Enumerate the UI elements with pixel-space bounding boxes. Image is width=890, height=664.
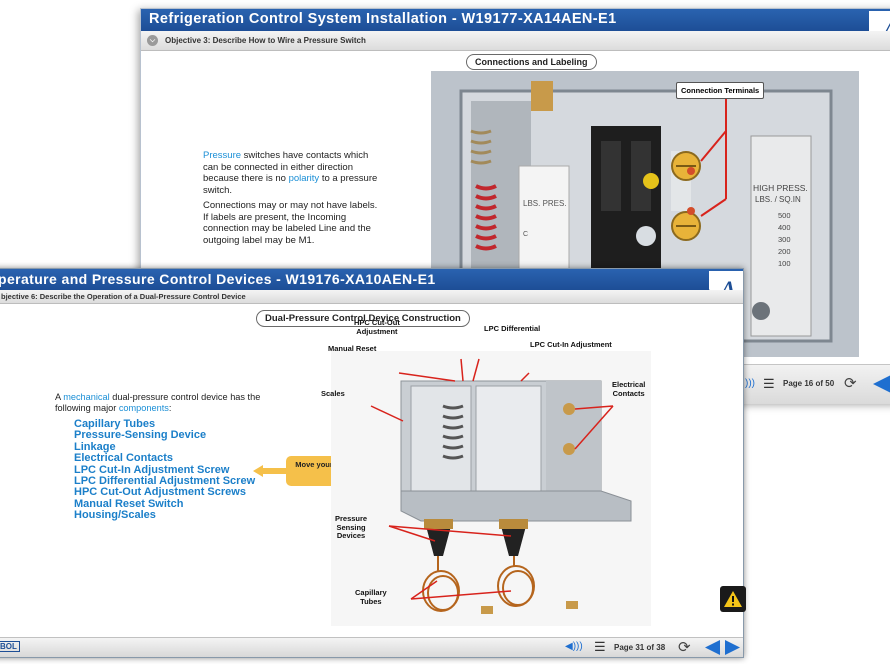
refresh-icon[interactable]: ⟳ [678, 638, 691, 656]
intro-text-c: : [168, 403, 172, 413]
link-pressure[interactable]: Pressure [203, 150, 241, 161]
label-capillary-tubes: Capillary Tubes [355, 588, 387, 606]
front-intro: A mechanical dual-pressure control devic… [55, 392, 263, 414]
label-electrical-contacts: Electrical Contacts [612, 380, 646, 398]
dual-pressure-device-diagram: HPC Cut-Out Adjustment LPC Differential … [321, 318, 651, 626]
front-page-indicator: Page 31 of 38 [614, 643, 666, 652]
gauge-left-title: LBS. PRES. [523, 199, 567, 208]
warning-button[interactable] [720, 586, 746, 612]
device-graphic [331, 351, 651, 626]
back-paragraph-2: Connections may or may not have labels. … [203, 200, 378, 246]
label-scales: Scales [321, 389, 345, 398]
next-arrow-icon[interactable] [724, 639, 741, 656]
link-components[interactable]: components [119, 403, 169, 413]
component-link[interactable]: Electrical Contacts [74, 452, 255, 464]
link-polarity[interactable]: polarity [289, 173, 320, 184]
label-lpc-cutin: LPC Cut-In Adjustment [530, 340, 612, 349]
gauge-val-200: 200 [778, 247, 791, 256]
back-section-title: Connections and Labeling [466, 54, 597, 70]
logo-text: BOL [0, 641, 20, 652]
speaker-icon[interactable]: ◀))) [565, 641, 583, 652]
label-hpc-cutout: HPC Cut-Out Adjustment [354, 318, 400, 336]
gauge-val-300: 300 [778, 235, 791, 244]
warning-icon [724, 591, 742, 607]
front-nav-bar: BOL ◀))) ☰ Page 31 of 38 ⟳ [0, 637, 743, 657]
gauge-right-title-2: LBS. / SQ.IN [755, 195, 801, 204]
speaker-icon[interactable]: ))) [745, 378, 755, 389]
prev-arrow-icon[interactable] [871, 373, 890, 395]
tooltip-arrow-icon [253, 465, 287, 477]
back-objective-text: Objective 3: Describe How to Wire a Pres… [165, 36, 366, 45]
svg-text:C: C [523, 231, 528, 238]
back-nav-bar: ))) ☰ Page 16 of 50 ⟳ [741, 364, 890, 404]
link-mechanical[interactable]: mechanical [63, 392, 109, 402]
prev-arrow-icon[interactable] [704, 639, 721, 656]
menu-icon[interactable]: ☰ [594, 639, 606, 655]
back-page-indicator: Page 16 of 50 [783, 379, 835, 388]
components-list: Capillary Tubes Pressure-Sensing Device … [74, 418, 255, 522]
front-window-title: perature and Pressure Control Devices - … [0, 269, 743, 290]
component-link[interactable]: Housing/Scales [74, 509, 255, 521]
back-window-title: Refrigeration Control System Installatio… [141, 9, 890, 31]
back-objective-bar[interactable]: ⌵ Objective 3: Describe How to Wire a Pr… [141, 31, 890, 51]
intro-text-a: A [55, 392, 64, 402]
refresh-icon[interactable]: ⟳ [844, 374, 857, 392]
logo-bol: BOL [0, 636, 27, 658]
gauge-val-400: 400 [778, 223, 791, 232]
menu-icon[interactable]: ☰ [763, 376, 775, 392]
chevron-down-icon[interactable]: ⌵ [147, 35, 158, 46]
gauge-val-100: 100 [778, 259, 791, 268]
gauge-val-500: 500 [778, 211, 791, 220]
front-objective-bar[interactable]: bjective 6: Describe the Operation of a … [0, 290, 743, 304]
gauge-right-title-1: HIGH PRESS. [753, 183, 808, 193]
screen: Refrigeration Control System Installatio… [0, 0, 890, 664]
label-lpc-differential: LPC Differential [484, 324, 541, 333]
front-window[interactable]: perature and Pressure Control Devices - … [0, 268, 746, 658]
back-paragraph-1: Pressure switches have contacts which ca… [203, 150, 385, 196]
label-manual-reset: Manual Reset [328, 344, 377, 353]
label-pressure-sensing: Pressure Sensing Devices [335, 514, 368, 540]
connection-terminals-label: Connection Terminals [676, 82, 765, 99]
front-objective-text: bjective 6: Describe the Operation of a … [1, 292, 246, 301]
